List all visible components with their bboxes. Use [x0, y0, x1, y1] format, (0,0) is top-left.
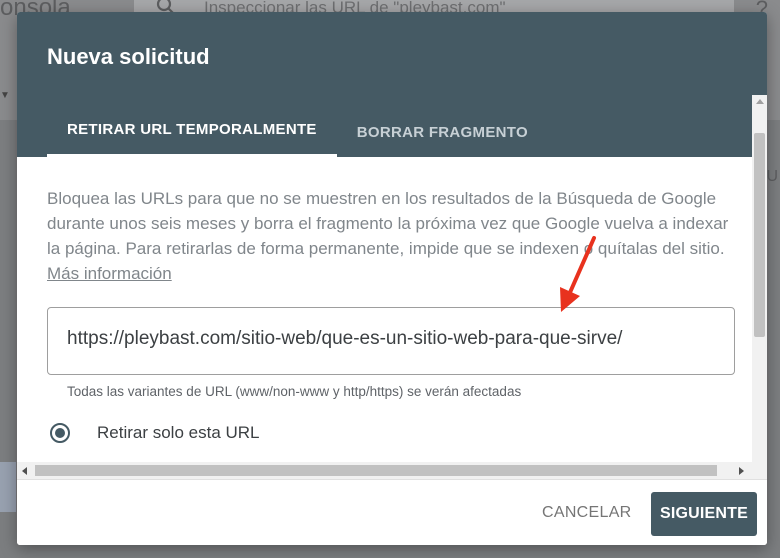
dialog-title: Nueva solicitud [47, 44, 210, 69]
horizontal-scrollbar[interactable] [17, 462, 752, 479]
dialog-header: Nueva solicitud RETIRAR URL TEMPORALMENT… [17, 12, 767, 157]
tab-bar: RETIRAR URL TEMPORALMENTE BORRAR FRAGMEN… [47, 107, 548, 157]
description-body: Bloquea las URLs para que no se muestren… [47, 189, 729, 258]
scroll-right-arrow-icon[interactable] [739, 467, 744, 475]
vertical-scrollbar-thumb[interactable] [754, 133, 765, 337]
radio-dot [55, 428, 65, 438]
radio-label: Retirar solo esta URL [97, 423, 260, 442]
vertical-scrollbar[interactable] [752, 95, 767, 479]
radio-remove-only-this-url[interactable]: Retirar solo esta URL [50, 423, 260, 443]
tab-clear-snippet[interactable]: BORRAR FRAGMENTO [337, 107, 548, 157]
url-field[interactable] [47, 307, 735, 375]
url-input[interactable] [67, 328, 717, 350]
tab-remove-url-temporarily[interactable]: RETIRAR URL TEMPORALMENTE [47, 107, 337, 157]
new-request-dialog: Nueva solicitud RETIRAR URL TEMPORALMENT… [17, 12, 767, 545]
horizontal-scrollbar-thumb[interactable] [35, 465, 717, 476]
url-helper-text: Todas las variantes de URL (www/non-www … [67, 384, 522, 399]
scroll-left-arrow-icon[interactable] [22, 467, 27, 475]
more-info-link[interactable]: Más información [47, 264, 172, 283]
description-text: Bloquea las URLs para que no se muestren… [47, 186, 737, 286]
next-button[interactable]: SIGUIENTE [651, 492, 757, 536]
cancel-button[interactable]: CANCELAR [532, 500, 642, 526]
dialog-content: Bloquea las URLs para que no se muestren… [17, 157, 752, 462]
dialog-footer: CANCELAR SIGUIENTE [17, 479, 767, 545]
radio-selected-icon[interactable] [50, 423, 70, 443]
scroll-up-arrow-icon[interactable] [756, 99, 764, 104]
background-text-fragment: U [766, 168, 778, 185]
chevron-down-icon: ▼ [0, 90, 10, 101]
background-sidebar-highlight [0, 462, 16, 512]
